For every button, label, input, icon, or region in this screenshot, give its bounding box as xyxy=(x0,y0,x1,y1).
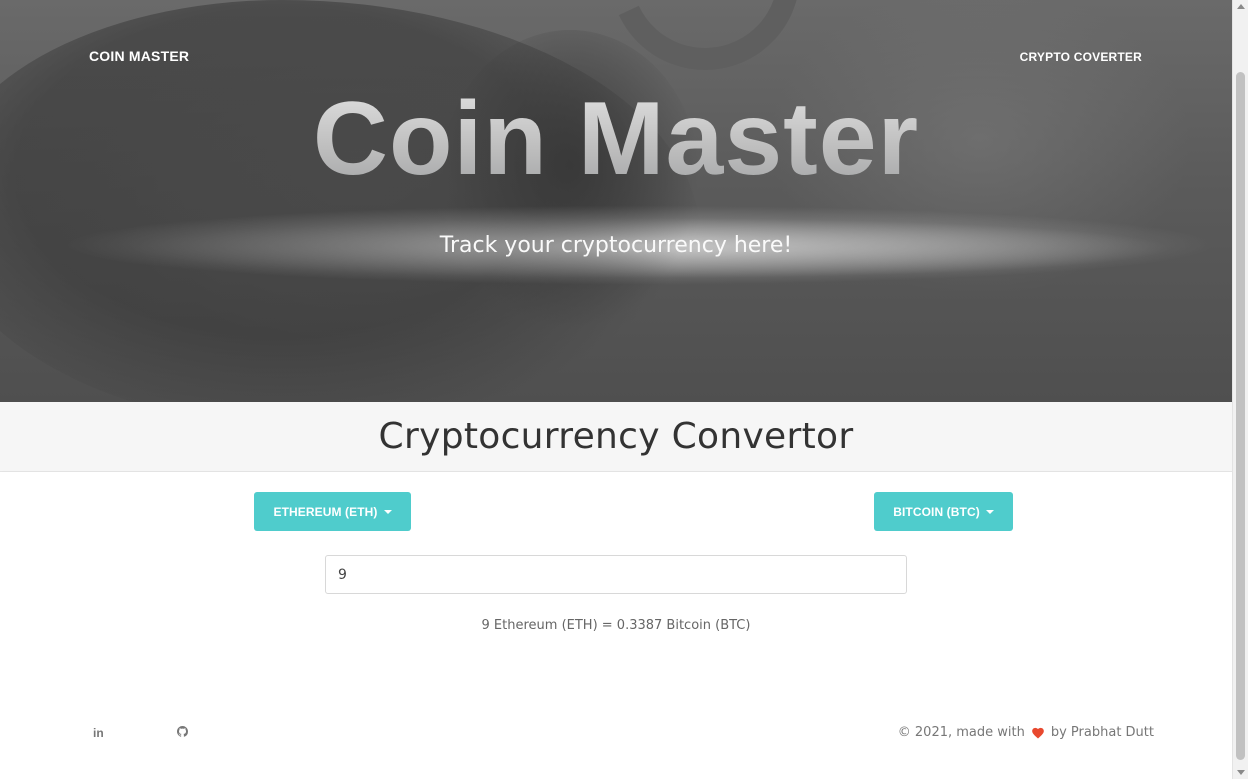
footer: in © 2021, made with by Prabhat Dutt xyxy=(0,672,1232,779)
converter-title: Cryptocurrency Convertor xyxy=(378,416,854,457)
page: COIN MASTER CRYPTO COVERTER Coin Master … xyxy=(0,0,1232,779)
caret-down-icon xyxy=(383,510,392,514)
amount-input[interactable] xyxy=(325,555,907,594)
scroll-up-arrow-icon[interactable] xyxy=(1237,4,1245,9)
caret-down-icon xyxy=(985,510,994,514)
nav-crypto-converter-link[interactable]: CRYPTO COVERTER xyxy=(1020,50,1142,64)
copyright-suffix: by Prabhat Dutt xyxy=(1050,725,1154,740)
scrollbar-thumb[interactable] xyxy=(1236,72,1245,760)
vertical-scrollbar[interactable] xyxy=(1232,0,1248,779)
scroll-down-arrow-icon[interactable] xyxy=(1237,770,1245,775)
nav-brand-link[interactable]: COIN MASTER xyxy=(89,48,189,64)
from-currency-label: ETHEREUM (ETH) xyxy=(273,504,378,519)
github-icon-glyph xyxy=(177,726,188,737)
copyright-prefix: © 2021, made with xyxy=(897,725,1025,740)
hero-title: Coin Master xyxy=(0,80,1232,199)
copyright-text: © 2021, made with by Prabhat Dutt xyxy=(898,725,1154,740)
to-currency-dropdown[interactable]: BITCOIN (BTC) xyxy=(874,492,1013,531)
conversion-result: 9 Ethereum (ETH) = 0.3387 Bitcoin (BTC) xyxy=(481,618,751,633)
to-currency-label: BITCOIN (BTC) xyxy=(893,504,980,519)
heart-icon xyxy=(1032,727,1044,739)
converter-header: Cryptocurrency Convertor xyxy=(0,402,1232,472)
hero-subtitle: Track your cryptocurrency here! xyxy=(439,233,793,258)
converter-card: ETHEREUM (ETH) BITCOIN (BTC) 9 Ethereum … xyxy=(0,472,1232,672)
from-currency-dropdown[interactable]: ETHEREUM (ETH) xyxy=(254,492,411,531)
hero-banner: COIN MASTER CRYPTO COVERTER Coin Master … xyxy=(0,0,1232,402)
github-icon[interactable] xyxy=(177,726,188,740)
linkedin-icon[interactable]: in xyxy=(93,726,104,740)
